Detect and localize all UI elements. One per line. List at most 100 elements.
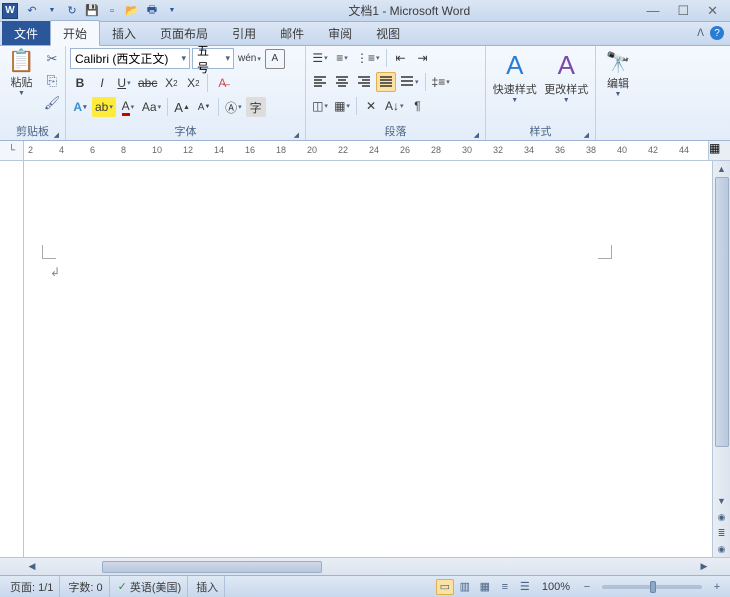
tab-selector[interactable]: └ [0, 141, 24, 160]
redo-icon[interactable]: ↻ [64, 3, 80, 19]
ruler-toggle-icon[interactable]: ▦ [708, 141, 730, 160]
subscript-button[interactable]: X2 [161, 73, 181, 93]
scroll-up-icon[interactable]: ▲ [714, 161, 730, 177]
font-name-combo[interactable]: Calibri (西文正文) [70, 48, 190, 69]
view-draft-icon[interactable]: ☰ [516, 579, 534, 595]
highlight-icon[interactable]: ab [92, 97, 116, 117]
change-case-icon[interactable]: Aa [140, 97, 163, 117]
shading-icon[interactable]: ◫ [310, 96, 330, 116]
tab-mail[interactable]: 邮件 [268, 21, 316, 45]
vscroll-thumb[interactable] [715, 177, 729, 447]
prev-page-icon[interactable]: ◉ [714, 509, 730, 525]
underline-button[interactable]: U [114, 73, 134, 93]
tab-references[interactable]: 引用 [220, 21, 268, 45]
superscript-button[interactable]: X2 [183, 73, 203, 93]
open-icon[interactable]: 📂 [124, 3, 140, 19]
document-area[interactable]: ↲ [24, 161, 712, 557]
scroll-right-icon[interactable]: ▶ [696, 559, 712, 575]
ribbon: 📋 粘贴 ▼ ✂ ⎘ 🖌 剪贴板 Calibri (西文正文) 五号 wén A… [0, 46, 730, 141]
zoom-slider[interactable] [602, 585, 702, 589]
justify-icon[interactable] [376, 72, 396, 92]
status-page[interactable]: 页面: 1/1 [4, 576, 60, 597]
shrink-font-icon[interactable]: A▼ [194, 97, 214, 117]
new-icon[interactable]: ▫ [104, 3, 120, 19]
ruler-vertical[interactable] [0, 161, 24, 557]
show-marks-icon[interactable]: ¶ [408, 96, 428, 116]
maximize-button[interactable]: ☐ [677, 3, 689, 19]
align-center-icon[interactable] [332, 72, 352, 92]
paragraph-group-label: 段落 [310, 122, 481, 140]
copy-icon[interactable]: ⎘ [43, 72, 61, 90]
paste-button[interactable]: 📋 粘贴 ▼ [4, 48, 39, 122]
styles-group-label: 样式 [490, 122, 591, 140]
hscroll-thumb[interactable] [102, 561, 322, 573]
view-reading-icon[interactable]: ▥ [456, 579, 474, 595]
format-painter-icon[interactable]: 🖌 [43, 94, 61, 112]
tab-home[interactable]: 开始 [50, 20, 100, 46]
window-controls: — ☐ ✕ [634, 3, 730, 19]
character-border-icon[interactable]: A [265, 49, 285, 69]
enclose-characters-icon[interactable]: Ⓐ [223, 97, 244, 117]
find-button[interactable]: 🔭 编辑 ▼ [600, 48, 636, 126]
italic-button[interactable]: I [92, 73, 112, 93]
browse-object-icon[interactable]: ≣ [714, 525, 730, 541]
hscroll-track[interactable] [42, 560, 694, 574]
status-word-count[interactable]: 字数: 0 [62, 576, 109, 597]
minimize-ribbon-icon[interactable]: ᐱ [697, 28, 704, 39]
grow-font-icon[interactable]: A▲ [172, 97, 192, 117]
zoom-in-icon[interactable]: + [708, 579, 726, 595]
character-shading-icon[interactable]: 字 [246, 97, 266, 117]
numbering-icon[interactable]: ≡ [332, 48, 352, 68]
sort-icon[interactable]: A↓ [383, 96, 406, 116]
bold-button[interactable]: B [70, 73, 90, 93]
status-language[interactable]: ✓英语(美国) [112, 576, 189, 597]
borders-icon[interactable]: ▦ [332, 96, 352, 116]
decrease-indent-icon[interactable]: ⇤ [391, 48, 411, 68]
zoom-thumb[interactable] [650, 581, 656, 593]
change-styles-button[interactable]: A 更改样式 ▼ [542, 48, 592, 122]
align-right-icon[interactable] [354, 72, 374, 92]
quick-styles-button[interactable]: A 快速样式 ▼ [490, 48, 540, 122]
tab-review[interactable]: 审阅 [316, 21, 364, 45]
tab-insert[interactable]: 插入 [100, 21, 148, 45]
bullets-icon[interactable]: ☰ [310, 48, 330, 68]
tab-view[interactable]: 视图 [364, 21, 412, 45]
zoom-out-icon[interactable]: − [578, 579, 596, 595]
line-spacing-icon[interactable]: ‡≡ [430, 72, 452, 92]
scroll-left-icon[interactable]: ◀ [24, 559, 40, 575]
close-button[interactable]: ✕ [707, 3, 718, 19]
qat-dropdown-icon[interactable]: ▼ [164, 3, 180, 19]
view-print-layout-icon[interactable]: ▭ [436, 579, 454, 595]
text-direction-icon[interactable]: ✕ [361, 96, 381, 116]
view-outline-icon[interactable]: ≡ [496, 579, 514, 595]
undo-icon[interactable]: ↶ [24, 3, 40, 19]
ruler-h-scale[interactable]: 2468101214161820222426283032343638404244 [24, 141, 708, 160]
view-web-icon[interactable]: ▦ [476, 579, 494, 595]
tab-file[interactable]: 文件 [2, 21, 50, 45]
proofing-icon: ✓ [118, 580, 127, 593]
group-editing: 🔭 编辑 ▼ . [596, 46, 640, 140]
increase-indent-icon[interactable]: ⇥ [413, 48, 433, 68]
font-size-combo[interactable]: 五号 [192, 48, 234, 69]
help-icon[interactable]: ? [710, 26, 724, 40]
cut-icon[interactable]: ✂ [43, 50, 61, 68]
save-icon[interactable]: 💾 [84, 3, 100, 19]
strikethrough-button[interactable]: abc [136, 73, 159, 93]
align-left-icon[interactable] [310, 72, 330, 92]
multilevel-list-icon[interactable]: ⋮≡ [354, 48, 382, 68]
print-icon[interactable]: 🖶 [144, 3, 160, 19]
font-color-icon[interactable]: A [118, 97, 138, 117]
minimize-button[interactable]: — [646, 3, 659, 19]
next-page-icon[interactable]: ◉ [714, 541, 730, 557]
phonetic-guide-icon[interactable]: wén [236, 49, 263, 69]
vertical-scrollbar[interactable]: ▲ ▼ ◉ ≣ ◉ [712, 161, 730, 557]
scroll-down-icon[interactable]: ▼ [714, 493, 730, 509]
status-insert-mode[interactable]: 插入 [190, 576, 225, 597]
text-effects-icon[interactable]: A [70, 97, 90, 117]
distribute-icon[interactable] [398, 72, 421, 92]
clear-formatting-icon[interactable]: A̶ [212, 73, 232, 93]
undo-dropdown-icon[interactable]: ▼ [44, 3, 60, 19]
horizontal-scrollbar[interactable]: ◀ ▶ [0, 557, 730, 575]
zoom-level[interactable]: 100% [536, 576, 576, 597]
vscroll-track[interactable] [714, 177, 730, 493]
